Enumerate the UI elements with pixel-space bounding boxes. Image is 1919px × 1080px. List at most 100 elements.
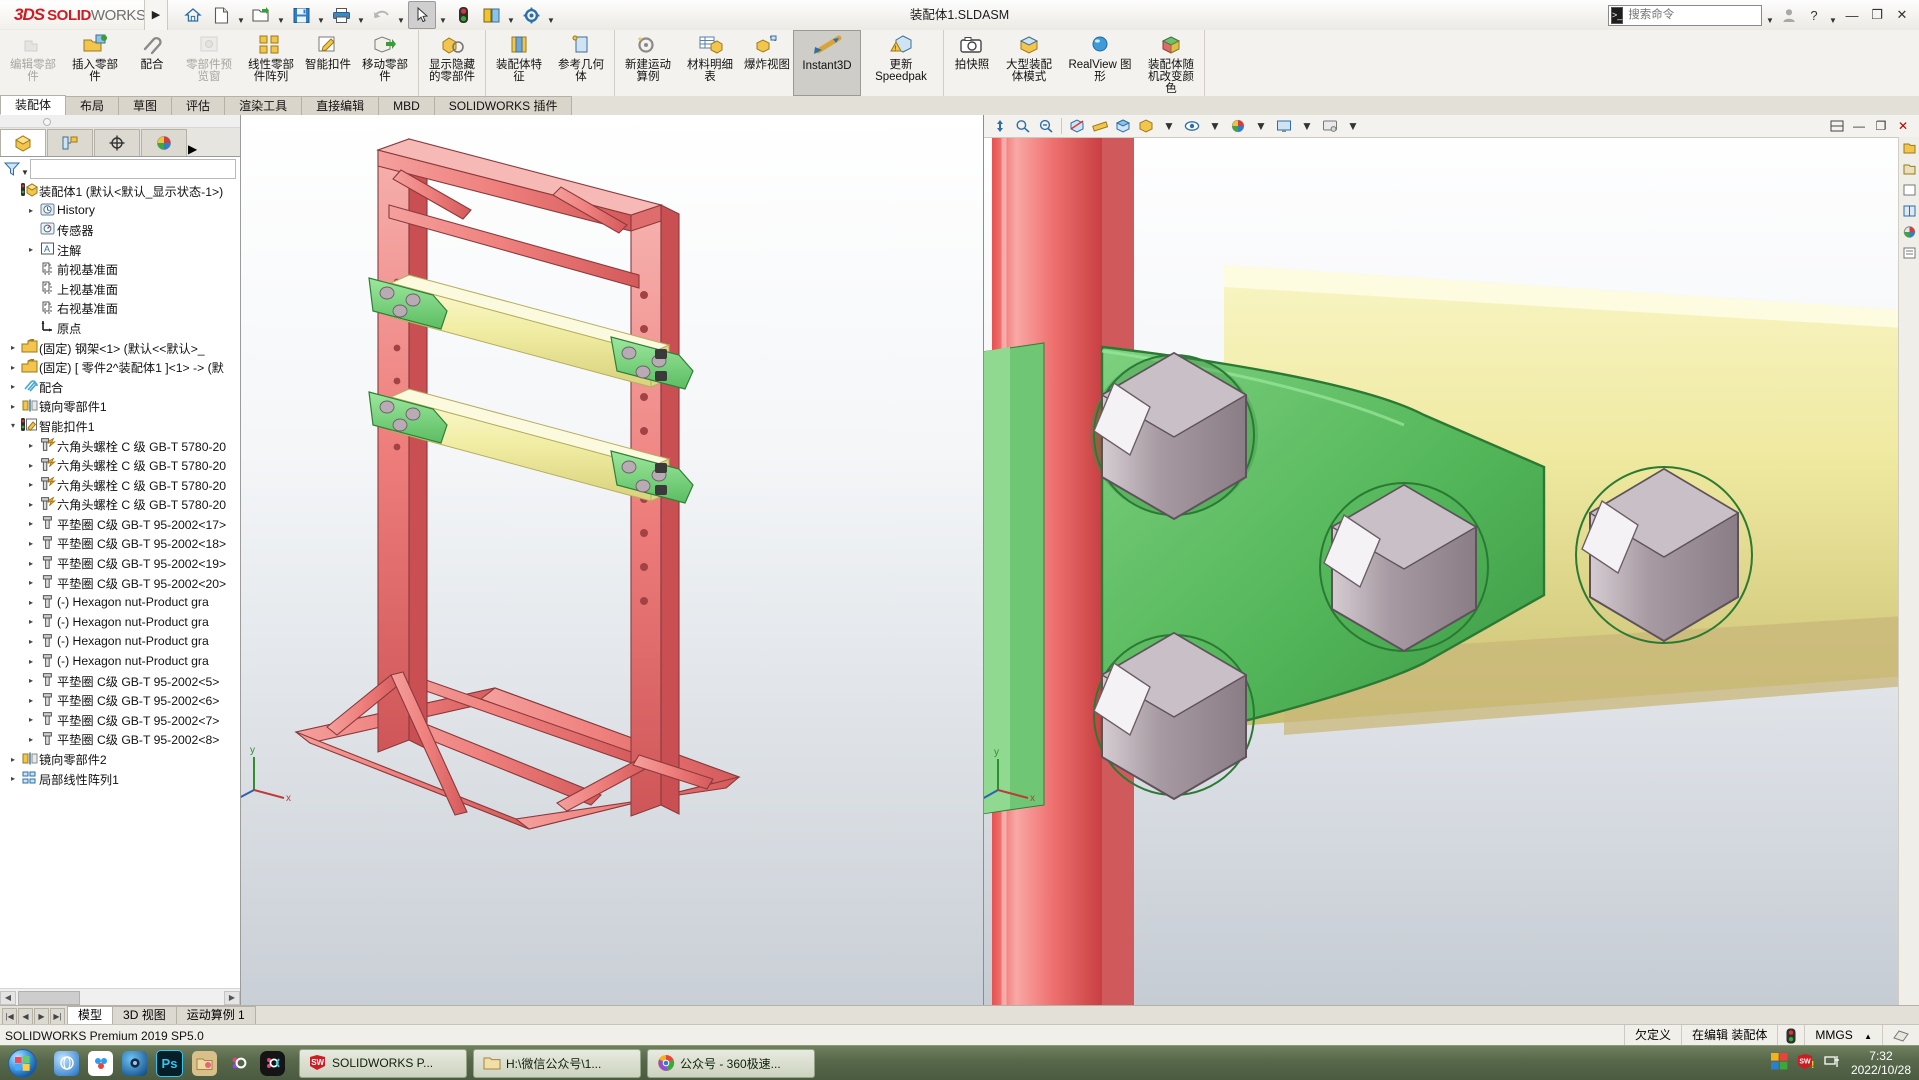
save-icon[interactable] — [288, 2, 314, 28]
tree-expand-arrow[interactable]: ▸ — [24, 657, 38, 666]
hide-show-caret[interactable]: ▼ — [1205, 117, 1225, 136]
tree-item[interactable]: ▸ 六角头螺栓 C 级 GB-T 5780-20 — [0, 475, 240, 495]
prev-tab-button[interactable]: ◀ — [18, 1007, 33, 1025]
tree-expand-arrow[interactable]: ▸ — [24, 539, 38, 548]
tree-item[interactable]: 前视基准面 — [0, 259, 240, 279]
last-tab-button[interactable]: ▶| — [50, 1007, 65, 1025]
ribbon-button-realview-graphics[interactable]: RealView 图形 — [1060, 30, 1140, 96]
tree-item[interactable]: ▸ 平垫圈 C级 GB-T 95-2002<6> — [0, 690, 240, 710]
status-units-caret[interactable]: ▲ — [1864, 1032, 1872, 1041]
tab-evaluate[interactable]: 评估 — [171, 96, 226, 115]
edit-appearance-icon[interactable] — [1228, 117, 1248, 136]
tree-horizontal-scrollbar[interactable]: ◀ ▶ — [0, 988, 240, 1005]
start-button[interactable] — [0, 1047, 44, 1079]
tree-item[interactable]: 右视基准面 — [0, 299, 240, 319]
tree-expand-arrow[interactable]: ▸ — [6, 402, 20, 411]
panel-expand-arrow[interactable]: ▶ — [188, 142, 203, 156]
search-caret[interactable]: ▼ — [1765, 0, 1775, 31]
detail-viewport[interactable]: y x z — [984, 115, 1919, 1005]
tree-item[interactable]: ▸ 平垫圈 C级 GB-T 95-2002<5> — [0, 671, 240, 691]
ribbon-button-instant3d[interactable]: Instant3D — [793, 30, 861, 96]
home-icon[interactable] — [180, 2, 206, 28]
display-style-caret[interactable]: ▼ — [506, 0, 516, 31]
display-style-caret[interactable]: ▼ — [1159, 117, 1179, 136]
ribbon-button-bom[interactable]: 材料明细表 — [679, 30, 741, 96]
tree-item[interactable]: ▸ (-) Hexagon nut-Product gra — [0, 592, 240, 612]
ribbon-button-new-motion-study[interactable]: 新建运动算例 — [617, 30, 679, 96]
help-caret[interactable]: ▼ — [1828, 0, 1838, 31]
tree-expand-arrow[interactable]: ▸ — [24, 676, 38, 685]
tree-item[interactable]: ▸ 六角头螺栓 C 级 GB-T 5780-20 — [0, 455, 240, 475]
tree-item[interactable]: ▸ 六角头螺栓 C 级 GB-T 5780-20 — [0, 436, 240, 456]
tree-expand-arrow[interactable]: ▸ — [24, 480, 38, 489]
feature-tree[interactable]: 装配体1 (默认<默认_显示状态-1>) ▸ History 传感器 ▸ A 注解 前视基准面… — [0, 179, 240, 987]
tree-expand-arrow[interactable]: ▸ — [24, 245, 38, 254]
tree-item[interactable]: ▸ History — [0, 201, 240, 221]
appearance-caret[interactable]: ▼ — [1251, 117, 1271, 136]
ribbon-button-update-speedpak[interactable]: ! 更新 Speedpak — [861, 30, 941, 96]
tree-expand-arrow[interactable]: ▸ — [6, 343, 20, 352]
print-caret[interactable]: ▼ — [356, 0, 366, 31]
status-units[interactable]: MMGS ▲ — [1804, 1025, 1882, 1046]
help-button[interactable]: ? — [1803, 3, 1825, 27]
folder-icon[interactable] — [192, 1050, 217, 1076]
tree-item[interactable]: ▸ (-) Hexagon nut-Product gra — [0, 632, 240, 652]
tree-item[interactable]: ▸ (固定) [ 零件2^装配体1 ]<1> -> (默 — [0, 357, 240, 377]
first-tab-button[interactable]: |◀ — [2, 1007, 17, 1025]
display-style-view-icon[interactable] — [1136, 117, 1156, 136]
tab-solidworks-addins[interactable]: SOLIDWORKS 插件 — [433, 96, 573, 115]
section-view-icon[interactable] — [1067, 117, 1087, 136]
tree-collapse-arrow[interactable]: ▾ — [6, 421, 20, 430]
photoshop-icon[interactable]: Ps — [156, 1049, 183, 1077]
account-icon[interactable] — [1778, 3, 1800, 27]
taskbar-folder-button[interactable]: H:\微信公众号\1... — [473, 1048, 641, 1078]
search-commands-box[interactable]: >_ — [1608, 4, 1785, 26]
close-viewport-button[interactable]: ✕ — [1893, 117, 1913, 136]
tree-item[interactable]: 原点 — [0, 318, 240, 338]
tree-item[interactable]: ▸ 局部线性阵列1 — [0, 769, 240, 789]
tree-expand-arrow[interactable]: ▸ — [24, 206, 38, 215]
ribbon-button-assembly-feature[interactable]: 装配体特征 — [488, 30, 550, 96]
tree-item[interactable]: ▸ 平垫圈 C级 GB-T 95-2002<18> — [0, 534, 240, 554]
tree-item[interactable]: ▸ (固定) 钢架<1> (默认<<默认>_ — [0, 338, 240, 358]
minimize-button[interactable]: — — [1841, 3, 1863, 27]
tree-item[interactable]: 上视基准面 — [0, 279, 240, 299]
ribbon-button-reference-geometry[interactable]: 参考几何体 — [550, 30, 612, 96]
tree-item[interactable]: ▸ 平垫圈 C级 GB-T 95-2002<8> — [0, 730, 240, 750]
scroll-thumb[interactable] — [18, 991, 80, 1005]
view-settings-icon[interactable] — [1320, 117, 1340, 136]
hide-show-items-icon[interactable] — [1182, 117, 1202, 136]
ribbon-button-exploded-view[interactable]: 爆炸视图 — [741, 30, 793, 96]
previous-view-icon[interactable] — [1036, 117, 1056, 136]
scene-caret[interactable]: ▼ — [1297, 117, 1317, 136]
tree-expand-arrow[interactable]: ▸ — [6, 382, 20, 391]
network-icon[interactable] — [1824, 1054, 1842, 1073]
tree-expand-arrow[interactable]: ▸ — [6, 774, 20, 783]
tree-item[interactable]: ▸ 镜向零部件1 — [0, 397, 240, 417]
clock[interactable]: 7:32 2022/10/28 — [1851, 1049, 1911, 1077]
tree-expand-arrow[interactable]: ▸ — [24, 696, 38, 705]
word-alert-icon[interactable]: SW! — [1797, 1053, 1815, 1073]
display-manager-tab[interactable] — [141, 129, 187, 156]
tree-item[interactable]: ▸ 六角头螺栓 C 级 GB-T 5780-20 — [0, 495, 240, 515]
tree-expand-arrow[interactable]: ▸ — [24, 715, 38, 724]
tree-item[interactable]: ▸ 平垫圈 C级 GB-T 95-2002<7> — [0, 710, 240, 730]
minimize-viewport-button[interactable]: — — [1849, 117, 1869, 136]
filter-icon[interactable] — [4, 161, 20, 177]
view-settings-caret[interactable]: ▼ — [1343, 117, 1363, 136]
feature-manager-tab[interactable] — [0, 129, 46, 156]
tree-item[interactable]: ▸ 镜向零部件2 — [0, 749, 240, 769]
close-button[interactable]: ✕ — [1891, 3, 1913, 27]
open-document-icon[interactable] — [248, 2, 274, 28]
zoom-area-icon[interactable] — [1013, 117, 1033, 136]
tree-expand-arrow[interactable]: ▸ — [24, 441, 38, 450]
restore-viewport-button[interactable] — [1827, 117, 1847, 136]
tree-expand-arrow[interactable]: ▸ — [24, 461, 38, 470]
ribbon-button-take-snapshot[interactable]: 拍快照 — [946, 30, 998, 96]
bottom-tab-motion-study[interactable]: 运动算例 1 — [175, 1006, 256, 1025]
main-viewport[interactable]: y x z — [241, 115, 984, 1005]
next-tab-button[interactable]: ▶ — [34, 1007, 49, 1025]
tree-item[interactable]: ▾ 智能扣件1 — [0, 416, 240, 436]
task-pane-resources-icon[interactable] — [1901, 140, 1917, 156]
ribbon-button-move-component[interactable]: 移动零部件 — [354, 30, 416, 96]
